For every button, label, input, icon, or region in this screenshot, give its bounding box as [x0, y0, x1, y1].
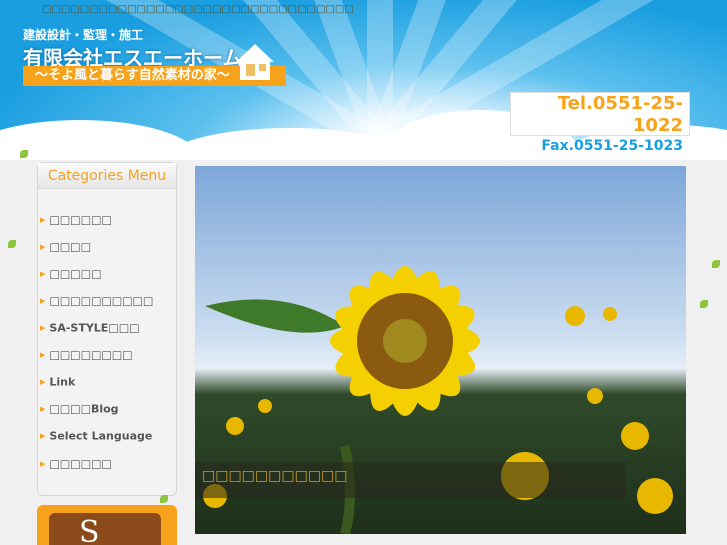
arrow-icon: ▶ — [40, 324, 46, 332]
top-text: □□□□□□□□□□□□□□□□□□□□□□□□□□□□□□□□□ — [42, 4, 354, 15]
menu-item[interactable]: ▶ □□□□ — [40, 240, 91, 254]
menu-item[interactable]: ▶ Link — [40, 375, 75, 389]
slide-caption[interactable]: □□□□□□□□□□□ — [195, 462, 625, 498]
menu-item[interactable]: ▶ □□□□□□ — [40, 213, 112, 227]
arrow-icon: ▶ — [40, 297, 46, 305]
arrow-icon: ▶ — [40, 216, 46, 224]
categories-menu: Categories Menu ▶ □□□□□□ ▶ □□□□ ▶ □□□□□ ▶ □□… — [37, 162, 177, 496]
arrow-icon: ▶ — [40, 405, 46, 413]
arrow-icon: ▶ — [40, 460, 46, 468]
banner-logo: S — [49, 513, 161, 545]
site-subtitle: 建設設計・監理・施工 — [23, 28, 144, 42]
menu-item[interactable]: ▶ □□□□□□ — [40, 457, 112, 471]
menu-item[interactable]: ▶ □□□□□□□□□□ — [40, 294, 153, 308]
tel-number: Tel.0551-25-1022 — [557, 93, 683, 136]
menu-item[interactable]: ▶ SA-STYLE□□□ — [40, 321, 140, 335]
house-icon — [236, 44, 274, 80]
header: □□□□□□□□□□□□□□□□□□□□□□□□□□□□□□□□□ 建設設計・監… — [0, 0, 727, 160]
arrow-icon: ▶ — [40, 432, 46, 440]
sa-style-banner[interactable]: S — [37, 505, 177, 545]
menu-item[interactable]: ▶ □□□□□ — [40, 267, 101, 281]
arrow-icon: ▶ — [40, 243, 46, 251]
menu-item[interactable]: ▶ □□□□□□□□ — [40, 348, 133, 362]
arrow-icon: ▶ — [40, 378, 46, 386]
arrow-icon: ▶ — [40, 351, 46, 359]
menu-item[interactable]: ▶ Select Language — [40, 429, 152, 443]
menu-item[interactable]: ▶ □□□□Blog — [40, 402, 119, 416]
arrow-icon: ▶ — [40, 270, 46, 278]
menu-title: Categories Menu — [38, 163, 176, 189]
contact-box: Tel.0551-25-1022 Fax.0551-25-1023 — [510, 92, 690, 154]
fax-number: Fax.0551-25-1023 — [541, 138, 683, 154]
slideshow[interactable]: □□□□□□□□□□□ — [195, 166, 686, 534]
